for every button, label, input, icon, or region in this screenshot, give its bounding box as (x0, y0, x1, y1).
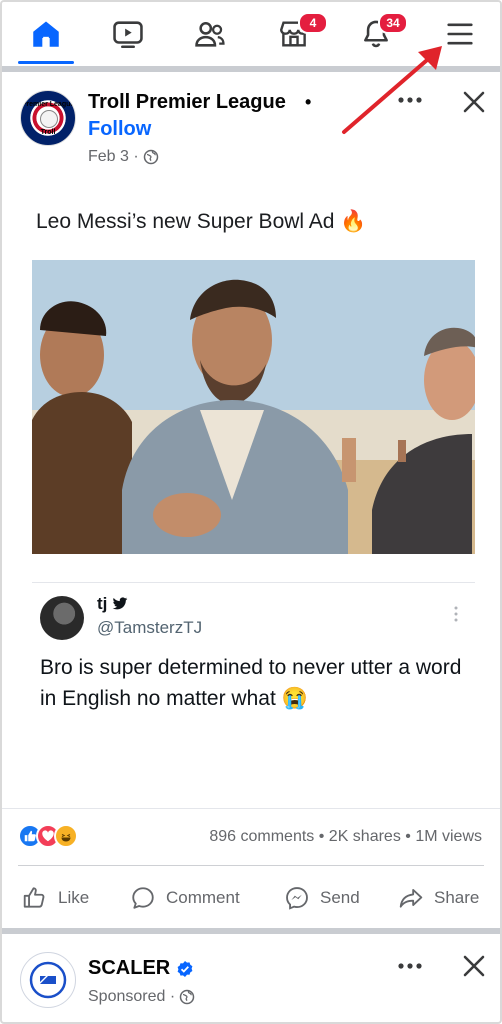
nav-video[interactable] (98, 2, 158, 66)
tweet-more-button[interactable] (452, 604, 460, 624)
more-dots-icon (398, 963, 422, 969)
post-close-button[interactable] (458, 86, 490, 118)
verified-badge-icon (177, 960, 193, 977)
engagement-divider (2, 808, 500, 809)
post-text: Leo Messi’s new Super Bowl Ad 🔥 (36, 210, 367, 233)
thumbs-up-icon (23, 887, 45, 908)
haha-reaction-icon (54, 824, 78, 848)
vertical-dots-icon (454, 606, 458, 622)
send-label: Send (320, 888, 360, 907)
sponsor-close-button[interactable] (458, 950, 490, 982)
post-separator (2, 928, 500, 934)
comment-button[interactable]: Comment (130, 880, 240, 916)
hamburger-menu-icon (447, 23, 473, 45)
follow-button[interactable]: Follow (88, 118, 151, 141)
like-label: Like (58, 888, 90, 907)
sponsor-name: SCALER (88, 957, 171, 979)
scaler-avatar[interactable] (20, 952, 76, 1008)
tweet-divider-top (32, 582, 475, 583)
post-image-illustration (32, 260, 475, 554)
post-meta: Feb 3 · (88, 148, 159, 166)
globe-icon (143, 149, 158, 165)
post-image[interactable] (32, 260, 475, 554)
comment-icon (132, 887, 154, 909)
engagement-stats[interactable]: 896 comments • 2K shares • 1M views (209, 828, 482, 846)
sponsor-more-button[interactable] (392, 954, 428, 978)
avatar-text-bottom: Troll (40, 129, 56, 136)
nav-friends[interactable] (180, 2, 240, 66)
name-separator: • (305, 92, 312, 112)
nav-home[interactable] (16, 2, 76, 66)
friends-icon (195, 21, 225, 47)
page-name[interactable]: Troll Premier League (88, 91, 286, 114)
twitter-bird-icon (113, 597, 128, 610)
share-label: Share (434, 888, 480, 907)
avatar-text-top: Premier League (21, 101, 75, 108)
actions-divider (18, 865, 484, 866)
post-more-button[interactable] (392, 88, 428, 112)
troll-face-icon (40, 110, 58, 128)
marketplace-badge: 4 (298, 12, 328, 34)
scaler-logo-icon (29, 961, 67, 999)
messenger-icon (286, 887, 308, 910)
video-icon (113, 21, 143, 49)
globe-icon (179, 989, 195, 1005)
send-button[interactable]: Send (284, 880, 360, 916)
close-icon (463, 91, 485, 113)
notifications-badge: 34 (378, 12, 408, 34)
app-frame: 4 34 Premier League Troll Troll Premier … (0, 0, 502, 1024)
home-icon (33, 21, 59, 47)
tweet-handle: @TamsterzTJ (97, 618, 203, 637)
share-icon (399, 888, 423, 908)
sponsored-label: Sponsored · (88, 988, 176, 1005)
sponsor-name-row[interactable]: SCALER (88, 957, 194, 980)
tweet-author: tj (97, 594, 128, 614)
close-icon (463, 955, 485, 977)
reaction-summary[interactable] (18, 824, 78, 848)
tweet-author-name: tj (97, 594, 108, 613)
sponsor-meta: Sponsored · (88, 988, 195, 1006)
more-dots-icon (398, 97, 422, 103)
comment-label: Comment (166, 888, 240, 907)
post-date: Feb 3 · (88, 148, 139, 165)
nav-marketplace[interactable]: 4 (264, 2, 328, 66)
tweet-text: Bro is super determined to never utter a… (40, 656, 462, 710)
like-button[interactable]: Like (22, 880, 89, 916)
share-button[interactable]: Share (398, 880, 479, 916)
tweet-avatar[interactable] (40, 596, 84, 640)
page-avatar[interactable]: Premier League Troll (20, 90, 76, 146)
